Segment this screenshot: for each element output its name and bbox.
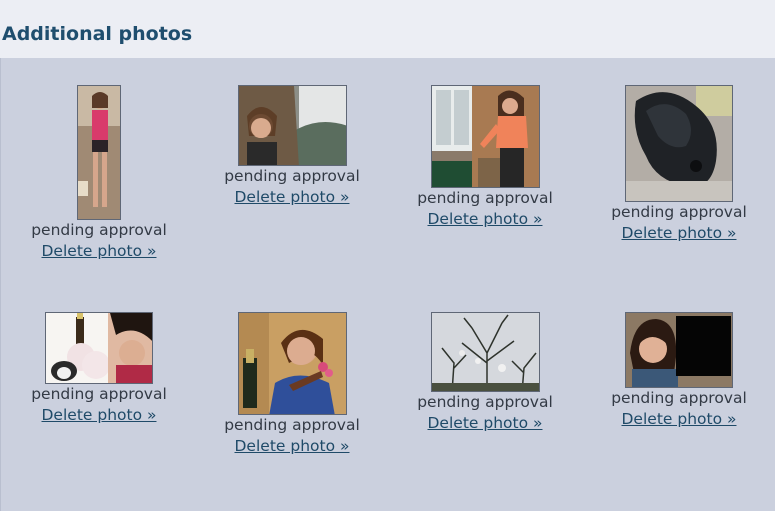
delete-photo-link[interactable]: Delete photo » — [235, 436, 350, 457]
delete-photo-link[interactable]: Delete photo » — [428, 413, 543, 434]
photo-card: pending approval Delete photo » — [202, 85, 382, 208]
photo-image — [46, 313, 152, 383]
photo-card: pending approval Delete photo » — [9, 85, 189, 262]
status-label: pending approval — [224, 167, 360, 185]
photo-thumbnail[interactable] — [77, 85, 121, 220]
section-header: Additional photos — [0, 0, 775, 58]
status-label: pending approval — [611, 389, 747, 407]
photo-card: pending approval Delete photo » — [589, 85, 769, 244]
photo-card: pending approval Delete photo » — [395, 312, 575, 434]
photo-card: pending approval Delete photo » — [395, 85, 575, 230]
section-title: Additional photos — [2, 23, 193, 45]
photo-thumbnail[interactable] — [430, 85, 540, 188]
delete-photo-link[interactable]: Delete photo » — [622, 409, 737, 430]
photo-card: pending approval Delete photo » — [589, 312, 769, 430]
photo-card: pending approval Delete photo » — [9, 312, 189, 426]
photo-grid: pending approval Delete photo » pending … — [0, 58, 775, 511]
photo-image — [626, 313, 732, 387]
status-label: pending approval — [31, 221, 167, 239]
photo-thumbnail[interactable] — [625, 85, 733, 202]
photo-image — [431, 313, 539, 391]
photo-thumbnail[interactable] — [237, 312, 347, 415]
photo-image — [626, 86, 732, 201]
photo-thumbnail[interactable] — [237, 85, 347, 166]
photo-image — [238, 86, 346, 165]
photo-image — [238, 313, 346, 414]
status-label: pending approval — [611, 203, 747, 221]
photo-card: pending approval Delete photo » — [202, 312, 382, 457]
delete-photo-link[interactable]: Delete photo » — [42, 241, 157, 262]
delete-photo-link[interactable]: Delete photo » — [622, 223, 737, 244]
status-label: pending approval — [224, 416, 360, 434]
photo-image — [431, 86, 539, 187]
photo-thumbnail[interactable] — [430, 312, 540, 392]
photo-thumbnail[interactable] — [625, 312, 733, 388]
status-label: pending approval — [417, 393, 553, 411]
delete-photo-link[interactable]: Delete photo » — [42, 405, 157, 426]
status-label: pending approval — [31, 385, 167, 403]
photo-thumbnail[interactable] — [45, 312, 153, 384]
delete-photo-link[interactable]: Delete photo » — [428, 209, 543, 230]
photo-image — [78, 86, 120, 219]
delete-photo-link[interactable]: Delete photo » — [235, 187, 350, 208]
status-label: pending approval — [417, 189, 553, 207]
